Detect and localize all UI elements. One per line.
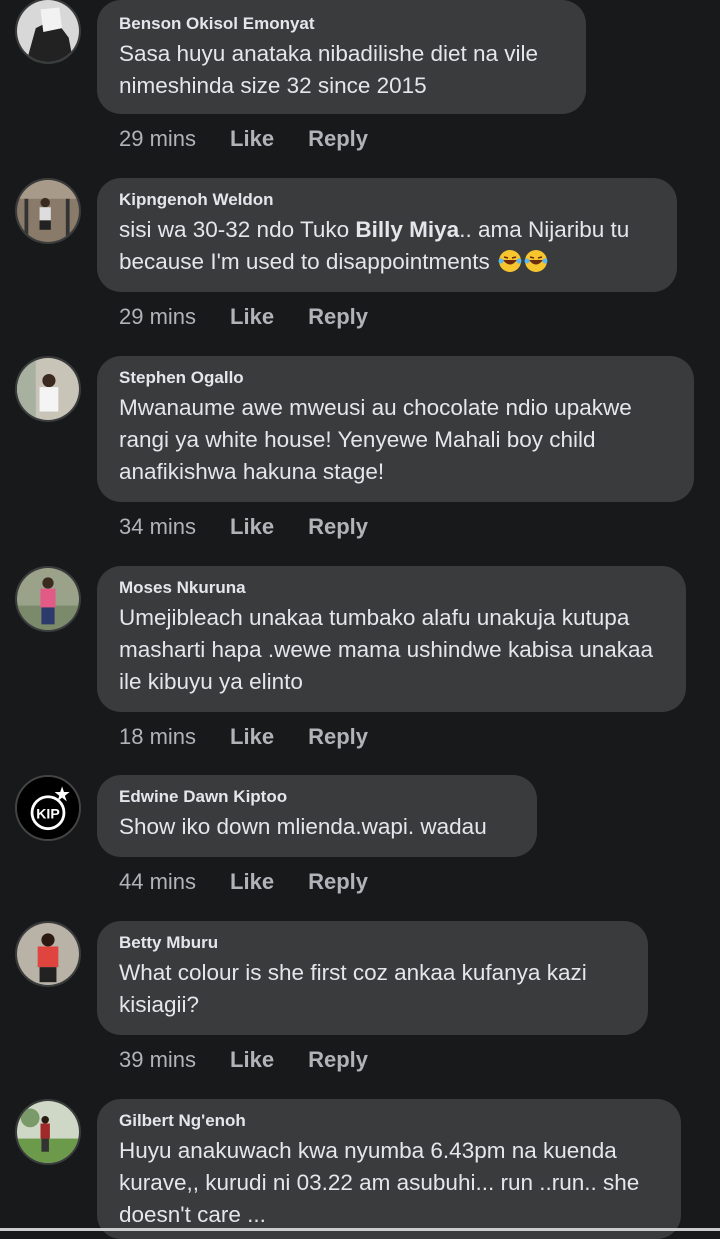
- like-button[interactable]: Like: [230, 1047, 274, 1073]
- comment-time[interactable]: 18 mins: [119, 724, 196, 750]
- like-button[interactable]: Like: [230, 724, 274, 750]
- laughing-tears-emoji: [524, 250, 548, 272]
- comment-time[interactable]: 34 mins: [119, 514, 196, 540]
- avatar-photo: [17, 923, 79, 985]
- comment-bubble: Edwine Dawn Kiptoo Show iko down mlienda…: [97, 775, 537, 857]
- comment-bubble: Moses Nkuruna Umejibleach unakaa tumbako…: [97, 566, 686, 712]
- comment-author[interactable]: Kipngenoh Weldon: [119, 190, 655, 210]
- comment-actions: 39 mins Like Reply: [119, 1047, 368, 1073]
- comment-text: Show iko down mlienda.wapi. wadau: [119, 814, 487, 839]
- avatar[interactable]: [15, 921, 81, 987]
- avatar[interactable]: [15, 1099, 81, 1165]
- comment-text: Sasa huyu anataka nibadilishe diet na vi…: [119, 41, 539, 98]
- comment-bubble: Benson Okisol Emonyat Sasa huyu anataka …: [97, 0, 586, 114]
- comment-actions: 34 mins Like Reply: [119, 514, 368, 540]
- avatar-photo: [17, 358, 79, 420]
- comment-author[interactable]: Edwine Dawn Kiptoo: [119, 787, 515, 807]
- like-button[interactable]: Like: [230, 869, 274, 895]
- avatar[interactable]: KIP: [15, 775, 81, 841]
- avatar-logo-text: KIP: [36, 805, 59, 821]
- comment-actions: 29 mins Like Reply: [119, 126, 368, 152]
- comment-time[interactable]: 44 mins: [119, 869, 196, 895]
- reply-button[interactable]: Reply: [308, 1047, 368, 1073]
- comment-author[interactable]: Moses Nkuruna: [119, 578, 664, 598]
- comment-text: Huyu anakuwach kwa nyumba 6.43pm na kuen…: [119, 1138, 640, 1227]
- comment-time[interactable]: 29 mins: [119, 304, 196, 330]
- comment-actions: 18 mins Like Reply: [119, 724, 368, 750]
- comment-time[interactable]: 39 mins: [119, 1047, 196, 1073]
- avatar-photo: [17, 180, 79, 242]
- comment-actions: 44 mins Like Reply: [119, 869, 368, 895]
- comment-actions: 29 mins Like Reply: [119, 304, 368, 330]
- avatar[interactable]: [15, 356, 81, 422]
- avatar[interactable]: [15, 566, 81, 632]
- comment-bubble: Kipngenoh Weldon sisi wa 30-32 ndo Tuko …: [97, 178, 677, 292]
- comment-text: Mwanaume awe mweusi au chocolate ndio up…: [119, 395, 632, 484]
- comment-bubble: Stephen Ogallo Mwanaume awe mweusi au ch…: [97, 356, 694, 502]
- avatar-photo: [17, 568, 79, 630]
- mention-link[interactable]: Billy Miya: [355, 217, 459, 242]
- comment-author[interactable]: Stephen Ogallo: [119, 368, 672, 388]
- avatar-logo: KIP: [17, 777, 79, 839]
- comment-text-start: sisi wa 30-32 ndo Tuko: [119, 217, 356, 242]
- like-button[interactable]: Like: [230, 126, 274, 152]
- comment-bubble: Betty Mburu What colour is she first coz…: [97, 921, 648, 1035]
- reply-button[interactable]: Reply: [308, 514, 368, 540]
- comment-time[interactable]: 29 mins: [119, 126, 196, 152]
- avatar-photo: [17, 0, 79, 62]
- comment-text: sisi wa 30-32 ndo Tuko Billy Miya.. ama …: [119, 214, 655, 278]
- comment-author[interactable]: Gilbert Ng'enoh: [119, 1111, 659, 1131]
- laughing-tears-emoji: [498, 250, 522, 272]
- avatar-photo: [17, 1101, 79, 1163]
- like-button[interactable]: Like: [230, 304, 274, 330]
- reply-button[interactable]: Reply: [308, 304, 368, 330]
- reply-button[interactable]: Reply: [308, 724, 368, 750]
- reply-button[interactable]: Reply: [308, 869, 368, 895]
- comment-text: Umejibleach unakaa tumbako alafu unakuja…: [119, 605, 654, 694]
- reply-button[interactable]: Reply: [308, 126, 368, 152]
- comment-bubble: Gilbert Ng'enoh Huyu anakuwach kwa nyumb…: [97, 1099, 681, 1239]
- like-button[interactable]: Like: [230, 514, 274, 540]
- comment-text: What colour is she first coz ankaa kufan…: [119, 960, 587, 1017]
- comment-author[interactable]: Benson Okisol Emonyat: [119, 14, 564, 34]
- avatar[interactable]: [15, 178, 81, 244]
- comment-author[interactable]: Betty Mburu: [119, 933, 626, 953]
- avatar[interactable]: [15, 0, 81, 64]
